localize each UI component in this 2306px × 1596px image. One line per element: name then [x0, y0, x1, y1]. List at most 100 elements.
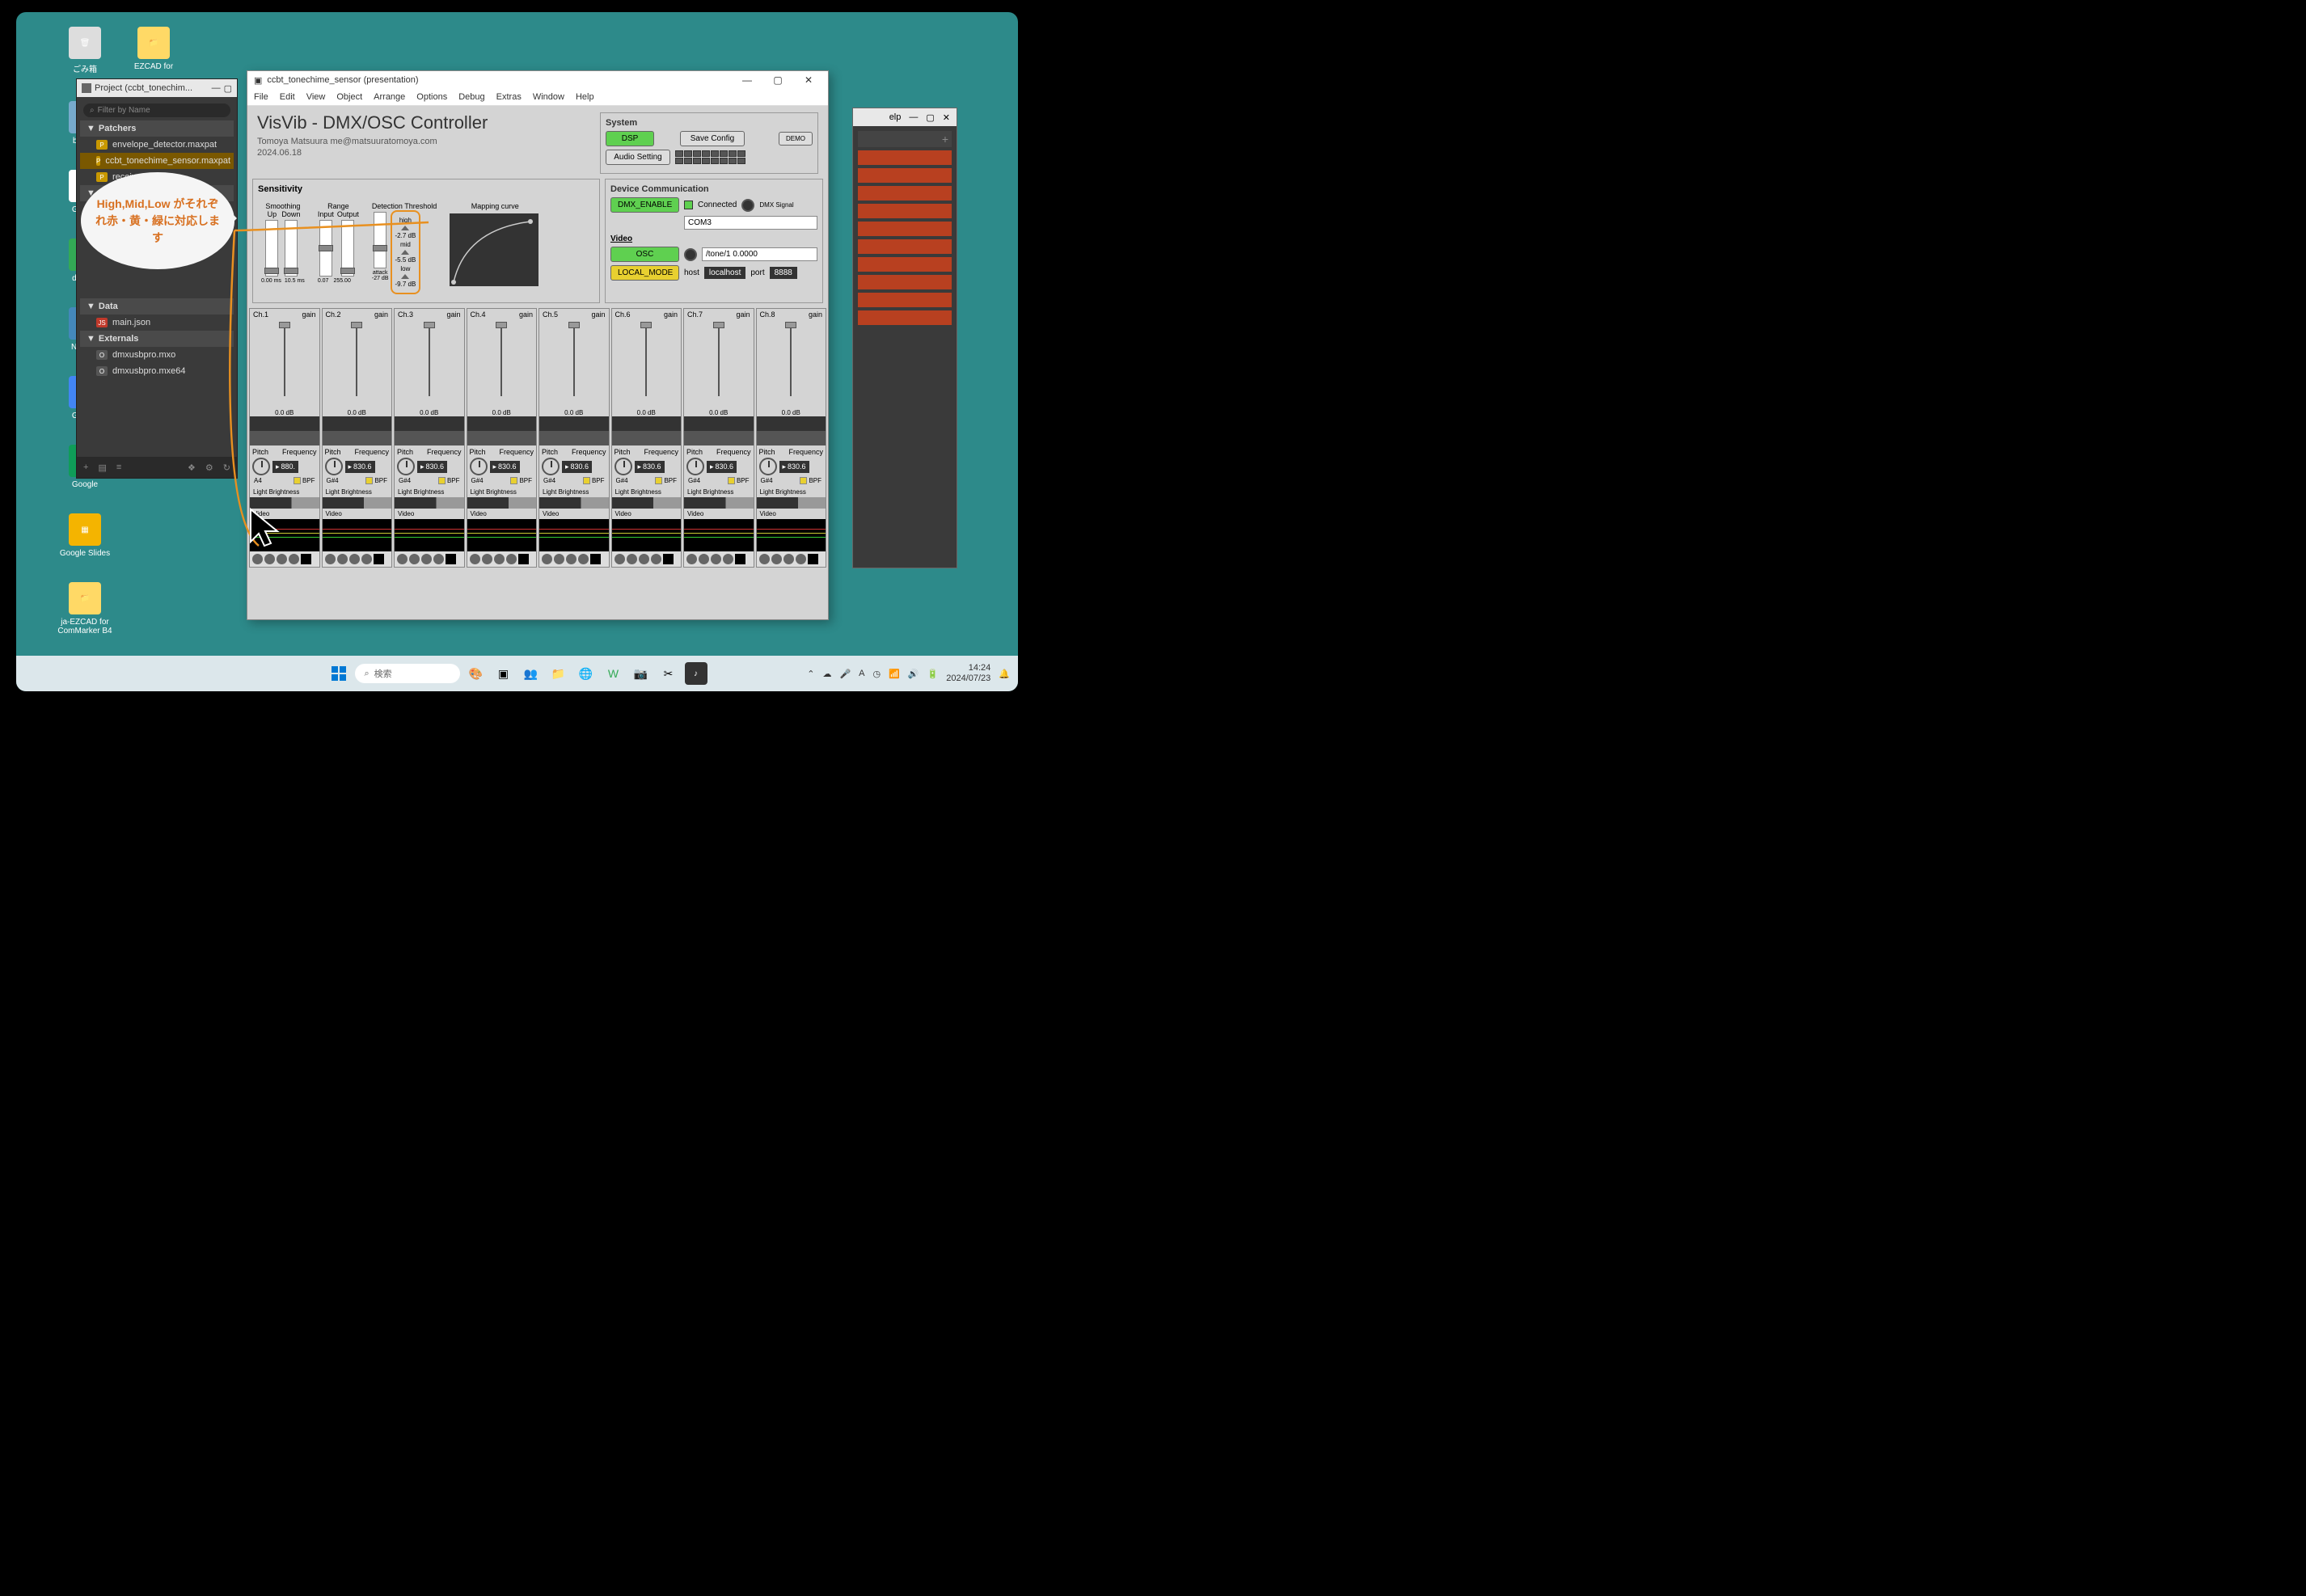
gain-slider[interactable]: [429, 323, 430, 396]
tray-clock-icon[interactable]: ◷: [873, 669, 881, 679]
frequency-value[interactable]: ▸830.6: [707, 461, 737, 473]
tb-app-icon[interactable]: 🎨: [465, 662, 488, 685]
external-item[interactable]: Odmxusbpro.mxe64: [80, 363, 234, 379]
pitch-knob[interactable]: [470, 458, 488, 475]
pitch-knob[interactable]: [542, 458, 560, 475]
dmx-enable-button[interactable]: DMX_ENABLE: [610, 197, 679, 213]
tray-volume-icon[interactable]: 🔊: [908, 669, 919, 679]
tray-notifications-icon[interactable]: 🔔: [999, 669, 1010, 679]
tb-camera-icon[interactable]: 📷: [630, 662, 653, 685]
range-output-slider[interactable]: [341, 220, 354, 277]
pitch-knob[interactable]: [252, 458, 270, 475]
gain-slider[interactable]: [573, 323, 575, 396]
tb-max-icon[interactable]: ♪: [685, 662, 707, 685]
project-titlebar[interactable]: Project (ccbt_tonechim... — ▢: [77, 79, 237, 97]
pitch-knob[interactable]: [397, 458, 415, 475]
maximize-icon[interactable]: ▢: [765, 74, 791, 86]
external-item[interactable]: Odmxusbpro.mxo: [80, 347, 234, 363]
section-patchers[interactable]: ▼ Patchers: [80, 120, 234, 137]
pitch-knob[interactable]: [325, 458, 343, 475]
minimize-icon[interactable]: —: [212, 83, 221, 93]
menu-file[interactable]: File: [254, 92, 268, 102]
tb-app-icon[interactable]: W: [602, 662, 625, 685]
taskbar-search[interactable]: ⌕検索: [355, 664, 460, 683]
bpf-checkbox[interactable]: [438, 477, 446, 484]
smoothing-up-slider[interactable]: [265, 220, 278, 277]
bpf-checkbox[interactable]: [800, 477, 807, 484]
menu-extras[interactable]: Extras: [496, 92, 522, 102]
tray-wifi-icon[interactable]: 📶: [889, 669, 900, 679]
low-slider[interactable]: [401, 274, 409, 279]
refresh-icon[interactable]: ↻: [223, 462, 230, 473]
chat-icon[interactable]: ▤: [98, 462, 106, 473]
menu-options[interactable]: Options: [416, 92, 447, 102]
menu-window[interactable]: Window: [533, 92, 564, 102]
dsp-button[interactable]: DSP: [606, 131, 654, 146]
frequency-value[interactable]: ▸830.6: [345, 461, 375, 473]
section-data[interactable]: ▼ Data: [80, 298, 234, 315]
bpf-checkbox[interactable]: [728, 477, 735, 484]
bpf-checkbox[interactable]: [583, 477, 590, 484]
close-icon[interactable]: ✕: [943, 112, 950, 123]
tb-taskview-icon[interactable]: ▣: [492, 662, 515, 685]
mapping-curve[interactable]: [450, 213, 538, 286]
section-externals[interactable]: ▼ Externals: [80, 331, 234, 347]
gain-slider[interactable]: [284, 323, 285, 396]
desktop-icon-ezcad[interactable]: 📁EZCAD for: [125, 27, 182, 71]
start-button[interactable]: [327, 662, 350, 685]
plus-icon[interactable]: +: [942, 133, 948, 146]
desktop-icon-ja-ezcad[interactable]: 📁ja-EZCAD for ComMarker B4: [57, 582, 113, 635]
gain-slider[interactable]: [500, 323, 502, 396]
desktop-icon-trash[interactable]: 🗑ごみ箱: [57, 27, 113, 74]
pitch-knob[interactable]: [615, 458, 632, 475]
menu-arrange[interactable]: Arrange: [374, 92, 405, 102]
pitch-knob[interactable]: [759, 458, 777, 475]
menu-edit[interactable]: Edit: [280, 92, 295, 102]
gain-slider[interactable]: [718, 323, 720, 396]
tray-chevron-icon[interactable]: ⌃: [807, 669, 814, 679]
range-input-slider[interactable]: [319, 220, 332, 277]
port-input[interactable]: 8888: [770, 267, 797, 279]
smoothing-down-slider[interactable]: [285, 220, 298, 277]
maximize-icon[interactable]: ▢: [224, 83, 232, 94]
frequency-value[interactable]: ▸830.6: [490, 461, 520, 473]
tb-snip-icon[interactable]: ✂: [657, 662, 680, 685]
tb-teams-icon[interactable]: 👥: [520, 662, 543, 685]
maximize-icon[interactable]: ▢: [926, 112, 934, 123]
bpf-checkbox[interactable]: [294, 477, 301, 484]
tray-cloud-icon[interactable]: ☁: [822, 669, 831, 679]
connected-checkbox[interactable]: [684, 201, 693, 209]
bpf-checkbox[interactable]: [510, 477, 517, 484]
close-icon[interactable]: ✕: [796, 74, 821, 86]
gear-icon[interactable]: ⚙: [205, 462, 213, 473]
menu-view[interactable]: View: [306, 92, 326, 102]
osc-button[interactable]: OSC: [610, 247, 679, 262]
layers-icon[interactable]: ❖: [188, 462, 196, 473]
tb-explorer-icon[interactable]: 📁: [547, 662, 570, 685]
host-input[interactable]: localhost: [704, 267, 745, 279]
desktop-icon-gslides[interactable]: ▦Google Slides: [57, 513, 113, 558]
main-titlebar[interactable]: ▣ ccbt_tonechime_sensor (presentation) —…: [247, 71, 828, 89]
help-menu-item[interactable]: elp: [889, 112, 902, 122]
tb-chrome-icon[interactable]: 🌐: [575, 662, 598, 685]
patcher-item-selected[interactable]: Pccbt_tonechime_sensor.maxpat: [80, 153, 234, 169]
frequency-value[interactable]: ▸880.: [272, 461, 298, 473]
mid-slider[interactable]: [401, 250, 409, 255]
attack-slider[interactable]: [374, 212, 386, 268]
patcher-item[interactable]: Penvelope_detector.maxpat: [80, 137, 234, 153]
tray-mic-icon[interactable]: 🎤: [839, 669, 851, 679]
save-config-button[interactable]: Save Config: [680, 131, 745, 146]
local-mode-button[interactable]: LOCAL_MODE: [610, 265, 679, 281]
gain-slider[interactable]: [645, 323, 647, 396]
menu-help[interactable]: Help: [576, 92, 594, 102]
tray-battery-icon[interactable]: 🔋: [927, 669, 939, 679]
frequency-value[interactable]: ▸830.6: [417, 461, 447, 473]
demo-button[interactable]: DEMO: [779, 132, 813, 146]
project-filter[interactable]: ⌕ Filter by Name: [83, 103, 230, 117]
minimize-icon[interactable]: —: [734, 74, 760, 86]
list-icon[interactable]: ≡: [116, 462, 121, 472]
bpf-checkbox[interactable]: [655, 477, 662, 484]
frequency-value[interactable]: ▸830.6: [635, 461, 665, 473]
menu-object[interactable]: Object: [336, 92, 362, 102]
osc-address[interactable]: /tone/1 0.0000: [702, 247, 817, 261]
